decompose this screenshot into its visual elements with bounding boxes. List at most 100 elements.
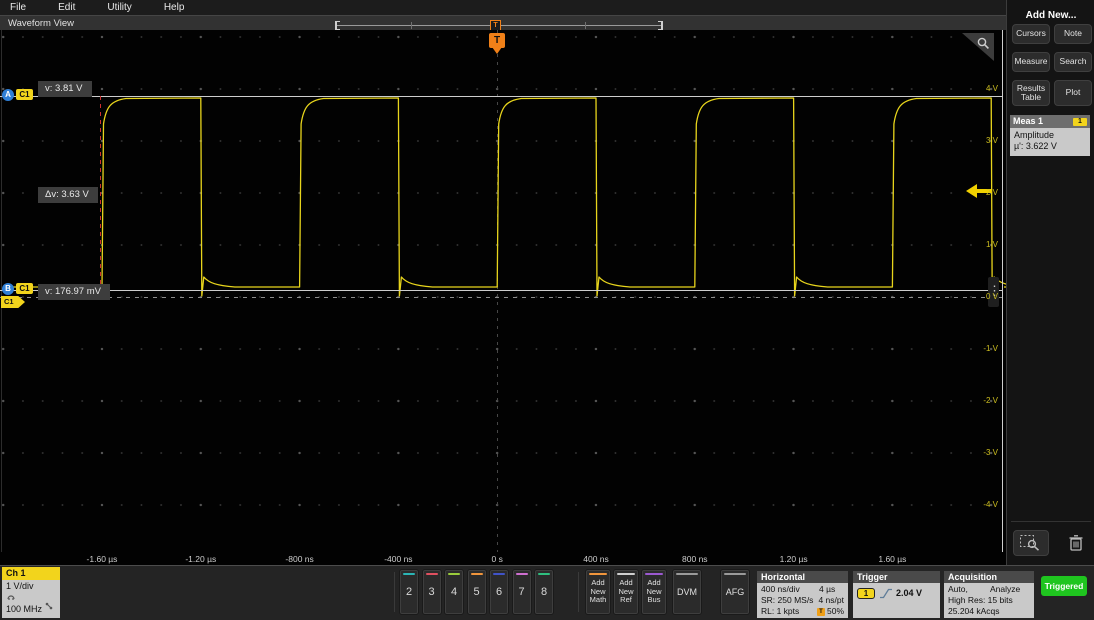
add-new-ref-label: Add New Ref (615, 579, 637, 605)
channel-2-button[interactable]: 2 (399, 569, 419, 615)
cursor-delta-readout: Δv: 3.63 V (38, 187, 98, 203)
channel-7-button[interactable]: 7 (512, 569, 532, 615)
afg-stripe (724, 573, 746, 575)
voltage-label-2-v: 2 V (956, 188, 998, 197)
acquisition-panel[interactable]: Acquisition Auto,AnalyzeHigh Res: 15 bit… (944, 571, 1034, 618)
meas-name: Amplitude (1014, 130, 1086, 141)
right-sidebar: Add New... Meas 1 1 Amplitude µ': 3.622 … (1006, 0, 1094, 565)
trash-icon (1068, 534, 1084, 552)
time-label-0-s: 0 s (465, 554, 529, 564)
acquisition-row-right: Analyze (990, 584, 1020, 595)
add-new-ref-button[interactable]: Add New Ref (613, 569, 639, 615)
add-plot-button[interactable]: Plot (1054, 80, 1092, 106)
record-view-right-bracket (658, 21, 663, 30)
acquisition-row: High Res: 15 bits (948, 595, 1030, 606)
trigger-panel[interactable]: Trigger 1 2.04 V (853, 571, 940, 618)
voltage-label-0-v: 0 V (956, 292, 998, 301)
cursor-a-badge[interactable]: A (2, 89, 14, 101)
channel-1-scale: 1 V/div (6, 581, 56, 592)
time-label-400-ns: -400 ns (366, 554, 430, 564)
channel-6-color-stripe (493, 573, 505, 575)
add-note-button[interactable]: Note (1054, 24, 1092, 44)
zoom-mode-button[interactable] (1013, 530, 1049, 556)
right-axis-line (1002, 30, 1003, 552)
channel-5-button[interactable]: 5 (467, 569, 487, 615)
record-view-tick (585, 22, 586, 29)
voltage-label-2-v: -2 V (956, 396, 998, 405)
bottom-settings-bar: Ch 1 1 V/div 100 MHz (0, 565, 1094, 620)
channel-4-label: 4 (451, 586, 457, 598)
dvm-stripe (676, 573, 698, 575)
voltage-label-1-v: -1 V (956, 344, 998, 353)
channel-1-settings: 1 V/div 100 MHz (2, 580, 60, 618)
voltage-label-4-v: 4 V (956, 84, 998, 93)
horizontal-row-left: RL: 1 kpts (761, 606, 817, 617)
zoom-mode-icon (1019, 534, 1043, 552)
oscilloscope-app: FileEditUtilityHelp Waveform View T v: 3… (0, 0, 1094, 620)
voltage-label-4-v: -4 V (956, 500, 998, 509)
menu-bar: FileEditUtilityHelp (0, 0, 1006, 15)
cursor-b-readout: v: 176.97 mV (38, 284, 110, 300)
meas-body: Amplitude µ': 3.622 V (1010, 128, 1090, 156)
bandwidth-icon (45, 602, 53, 610)
trigger-flag-pointer (492, 47, 502, 54)
trigger-flag[interactable]: T (489, 33, 505, 48)
horizontal-row-right: 4 ns/pt (818, 595, 844, 606)
waveform-view-title: Waveform View (8, 18, 74, 29)
acquisition-values: Auto,AnalyzeHigh Res: 15 bits25.204 kAcq… (944, 583, 1034, 618)
record-view-left-bracket (335, 21, 340, 30)
add-measure-button[interactable]: Measure (1012, 52, 1050, 72)
menu-item-utility[interactable]: Utility (91, 2, 147, 13)
menu-item-help[interactable]: Help (148, 2, 201, 13)
channel-3-button[interactable]: 3 (422, 569, 442, 615)
add-results-table-button[interactable]: Results Table (1012, 80, 1050, 106)
channel-8-label: 8 (541, 586, 547, 598)
add-new-math-button[interactable]: Add New Math (585, 569, 611, 615)
add-new-bus-button[interactable]: Add New Bus (641, 569, 667, 615)
voltage-label-1-v: 1 V (956, 240, 998, 249)
add-cursors-button[interactable]: Cursors (1012, 24, 1050, 44)
horizontal-panel[interactable]: Horizontal 400 ns/div4 µsSR: 250 MS/s4 n… (757, 571, 848, 618)
horizontal-row-value: 4 ns/pt (818, 595, 844, 606)
channel-3-color-stripe (426, 573, 438, 575)
trash-button[interactable] (1065, 532, 1087, 554)
cursor-a-channel-badge[interactable]: C1 (16, 89, 33, 100)
add-search-button[interactable]: Search (1054, 52, 1092, 72)
channel-5-color-stripe (471, 573, 483, 575)
probe-icon (6, 592, 16, 601)
cursor-a-hline[interactable] (0, 96, 1002, 97)
add-new-bus-label: Add New Bus (643, 579, 665, 605)
channel-4-button[interactable]: 4 (444, 569, 464, 615)
rising-edge-icon (879, 588, 893, 599)
acquisition-row-left: 25.204 kAcqs (948, 606, 1000, 617)
cursor-a-vline[interactable] (100, 96, 101, 291)
trigger-position-icon: T (817, 608, 825, 616)
dvm-button[interactable]: DVM (672, 569, 702, 615)
add-new-math-label: Add New Math (587, 579, 609, 605)
channel-1-badge[interactable]: Ch 1 1 V/div 100 MHz (2, 567, 60, 618)
channel-6-button[interactable]: 6 (489, 569, 509, 615)
measurement-badge-panel[interactable]: Meas 1 1 Amplitude µ': 3.622 V (1010, 115, 1090, 156)
horizontal-title: Horizontal (757, 571, 848, 583)
channel-2-color-stripe (403, 573, 415, 575)
horizontal-row-left: SR: 250 MS/s (761, 595, 818, 606)
waveform-plot[interactable]: v: 3.81 V Δv: 3.63 V v: 176.97 mV A C1 B… (0, 30, 1006, 565)
cursor-b-channel-badge[interactable]: C1 (16, 283, 33, 294)
cursor-b-badge[interactable]: B (2, 283, 14, 295)
channel-3-label: 3 (428, 586, 434, 598)
menu-item-file[interactable]: File (0, 2, 42, 13)
horizontal-row-value: 4 µs (819, 584, 835, 595)
cursor-b-hline[interactable] (0, 290, 1002, 291)
waveform-view-header: Waveform View T (0, 15, 1006, 30)
bottombar-divider (578, 572, 579, 612)
horizontal-row: RL: 1 kptsT50% (761, 606, 844, 617)
afg-button[interactable]: AFG (720, 569, 750, 615)
time-label-1-60-s: -1.60 µs (70, 554, 134, 564)
channel-6-label: 6 (496, 586, 502, 598)
menu-item-edit[interactable]: Edit (42, 2, 91, 13)
channel-2-label: 2 (406, 586, 412, 598)
channel-5-label: 5 (473, 586, 479, 598)
channel-8-button[interactable]: 8 (534, 569, 554, 615)
sidebar-footer-divider (1011, 521, 1091, 522)
add-new-bus-stripe (645, 573, 663, 575)
